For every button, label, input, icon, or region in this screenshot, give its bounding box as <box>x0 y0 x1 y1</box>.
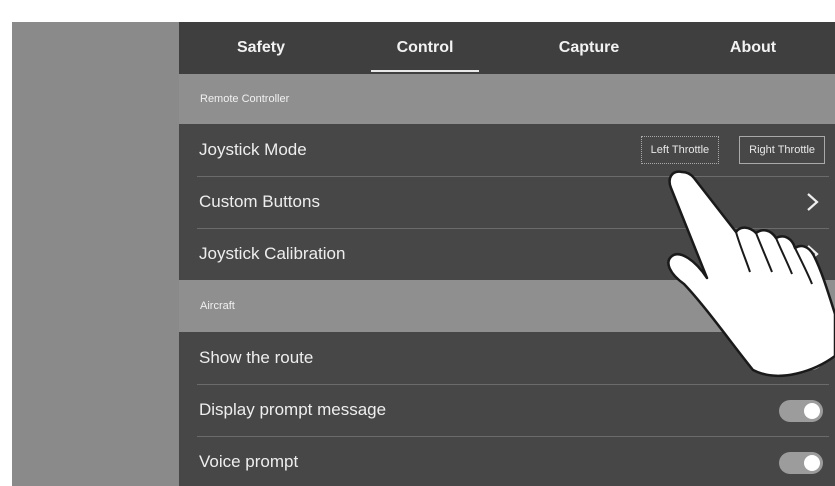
show-route-row: Show the route <box>179 332 835 384</box>
section-header-aircraft: Aircraft <box>179 280 835 332</box>
toggle-knob <box>804 351 820 367</box>
chevron-right-icon <box>807 245 819 263</box>
left-throttle-button[interactable]: Left Throttle <box>640 136 720 164</box>
display-prompt-label: Display prompt message <box>199 400 387 419</box>
chevron-right-icon <box>807 193 819 211</box>
section-header-remote-controller: Remote Controller <box>179 74 835 124</box>
show-route-toggle[interactable] <box>779 348 823 370</box>
joystick-calibration-row[interactable]: Joystick Calibration <box>179 228 835 280</box>
settings-panel: Safety Control Capture About Remote Cont… <box>179 22 835 486</box>
voice-prompt-toggle[interactable] <box>779 452 823 474</box>
joystick-mode-selector: Left Throttle Right Throttle <box>640 136 825 164</box>
voice-prompt-label: Voice prompt <box>199 452 299 471</box>
tab-bar: Safety Control Capture About <box>179 22 835 74</box>
toggle-knob <box>804 403 820 419</box>
app-screen: Safety Control Capture About Remote Cont… <box>0 0 835 486</box>
display-prompt-row: Display prompt message <box>179 384 835 436</box>
toggle-knob <box>804 455 820 471</box>
display-prompt-toggle[interactable] <box>779 400 823 422</box>
tab-about[interactable]: About <box>671 22 835 74</box>
right-throttle-button[interactable]: Right Throttle <box>739 136 825 164</box>
joystick-calibration-label: Joystick Calibration <box>199 244 346 263</box>
tab-safety[interactable]: Safety <box>179 22 343 74</box>
tab-control[interactable]: Control <box>343 22 507 74</box>
voice-prompt-row: Voice prompt <box>179 436 835 486</box>
left-panel <box>12 22 179 486</box>
joystick-mode-row: Joystick Mode Left Throttle Right Thrott… <box>179 124 835 176</box>
custom-buttons-label: Custom Buttons <box>199 192 320 211</box>
tab-capture[interactable]: Capture <box>507 22 671 74</box>
show-route-label: Show the route <box>199 348 314 367</box>
custom-buttons-row[interactable]: Custom Buttons <box>179 176 835 228</box>
